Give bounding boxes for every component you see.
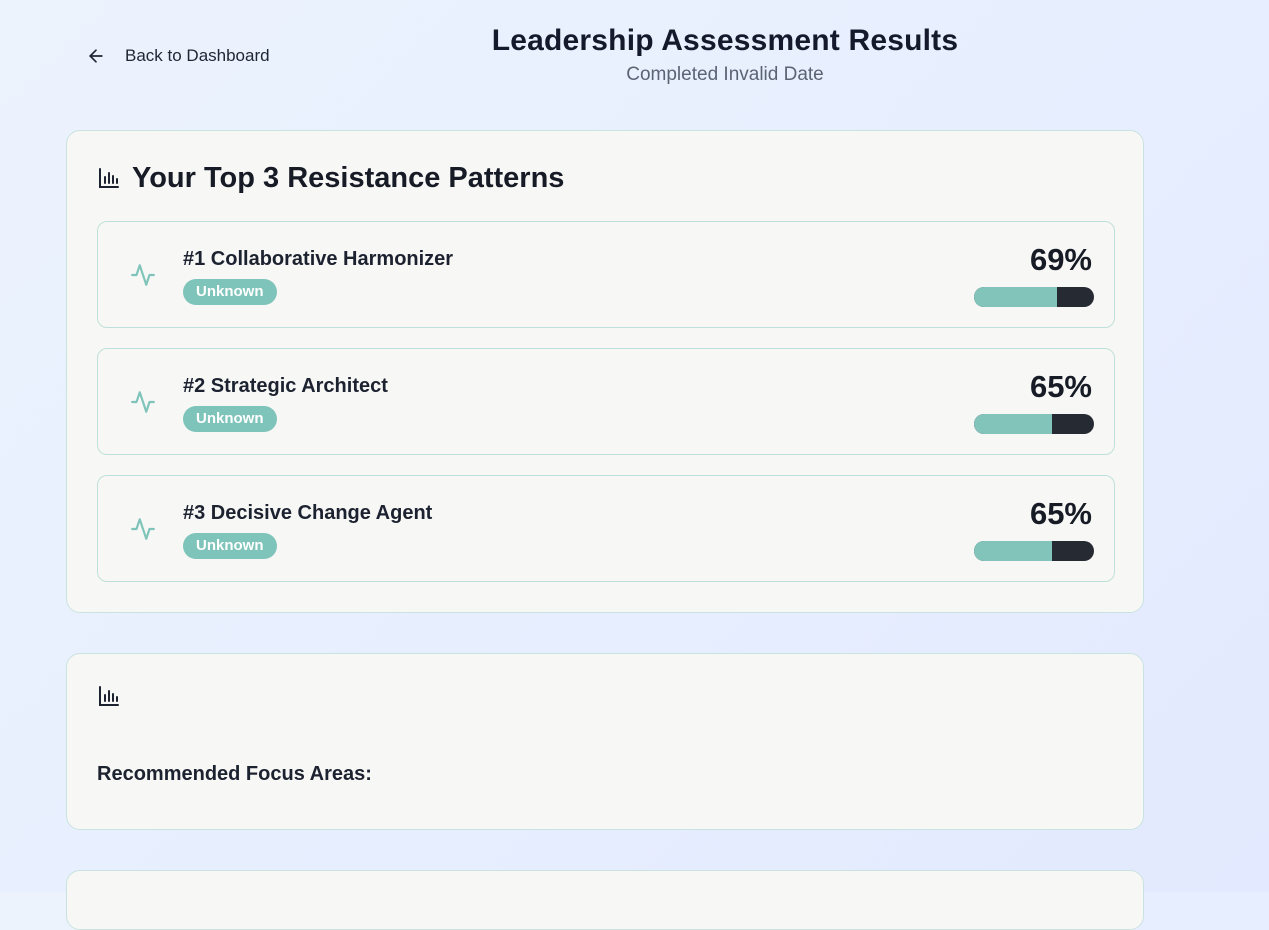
focus-areas-card: Recommended Focus Areas: <box>66 653 1144 830</box>
activity-pulse-icon <box>131 391 155 413</box>
pattern-name: #1 Collaborative Harmonizer <box>183 248 454 270</box>
recommended-focus-label: Recommended Focus Areas: <box>97 763 372 785</box>
pattern-name: #3 Decisive Change Agent <box>183 502 433 524</box>
pattern-name: #2 Strategic Architect <box>183 375 388 397</box>
arrow-left-icon <box>89 49 103 63</box>
pattern-percent: 69% <box>1029 242 1092 277</box>
patterns-title: Your Top 3 Resistance Patterns <box>132 162 565 194</box>
next-card <box>66 870 1144 930</box>
pattern-progress-bar <box>974 287 1094 307</box>
pattern-item[interactable]: #1 Collaborative Harmonizer Unknown 69% <box>97 221 1115 328</box>
resistance-patterns-card: Your Top 3 Resistance Patterns #1 Collab… <box>66 130 1144 613</box>
pattern-badge: Unknown <box>183 406 277 432</box>
bar-chart-icon <box>99 686 119 706</box>
activity-pulse-icon <box>131 264 155 286</box>
page-title: Leadership Assessment Results <box>491 24 959 57</box>
pattern-progress-bar <box>974 541 1094 561</box>
pattern-progress-fill <box>974 287 1057 307</box>
pattern-progress-bar <box>974 414 1094 434</box>
pattern-percent: 65% <box>1029 369 1092 404</box>
pattern-badge: Unknown <box>183 533 277 559</box>
back-link-label: Back to Dashboard <box>125 46 270 65</box>
pattern-item[interactable]: #2 Strategic Architect Unknown 65% <box>97 348 1115 455</box>
bar-chart-icon <box>99 168 119 188</box>
page-subtitle: Completed Invalid Date <box>626 64 824 85</box>
pattern-item[interactable]: #3 Decisive Change Agent Unknown 65% <box>97 475 1115 582</box>
pattern-badge: Unknown <box>183 279 277 305</box>
page-header: Leadership Assessment Results Completed … <box>360 22 1090 88</box>
activity-pulse-icon <box>131 518 155 540</box>
patterns-heading: Your Top 3 Resistance Patterns <box>97 160 564 196</box>
pattern-progress-fill <box>974 414 1052 434</box>
pattern-percent: 65% <box>1029 496 1092 531</box>
back-to-dashboard-link[interactable]: Back to Dashboard <box>86 44 270 68</box>
pattern-progress-fill <box>974 541 1052 561</box>
